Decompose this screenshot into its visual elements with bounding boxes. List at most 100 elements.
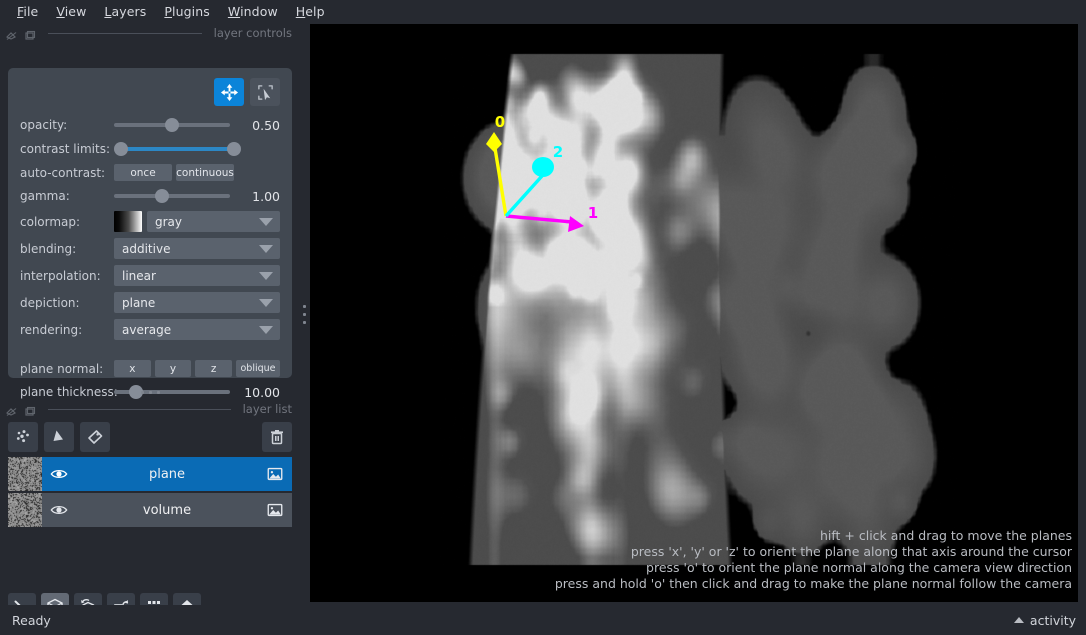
layer-name-label: volume bbox=[142, 502, 192, 518]
depiction-combobox[interactable]: plane bbox=[114, 292, 280, 313]
plane-normal-y-button[interactable]: y bbox=[154, 360, 192, 377]
chevron-down-icon bbox=[259, 325, 273, 334]
plane-normal-x-button[interactable]: x bbox=[114, 360, 151, 377]
viewer-canvas[interactable]: 0 1 2 hift + click and drag to move the … bbox=[310, 24, 1078, 602]
delete-layer-button[interactable] bbox=[262, 422, 292, 452]
close-dock-icon[interactable] bbox=[24, 403, 36, 416]
napari-main-window: File View Layers Plugins Window Help lay… bbox=[0, 0, 1086, 635]
activity-button[interactable]: activity bbox=[1013, 613, 1076, 628]
status-bar: Ready activity bbox=[0, 605, 1086, 635]
status-text: Ready bbox=[12, 612, 51, 628]
plane-normal-z-button[interactable]: z bbox=[195, 360, 233, 377]
axes-overlay: 0 1 2 bbox=[486, 113, 598, 232]
gamma-label: gamma: bbox=[20, 189, 70, 203]
float-dock-icon[interactable] bbox=[5, 403, 18, 416]
help-line-2: press 'x', 'y' or 'z' to orient the plan… bbox=[630, 544, 1072, 559]
auto-contrast-once-button[interactable]: once bbox=[114, 164, 172, 181]
axis-1-arrowhead bbox=[568, 216, 584, 232]
opacity-slider[interactable]: 0.50 bbox=[114, 116, 280, 134]
axis-2-label: 2 bbox=[553, 143, 563, 161]
labels-tag-icon bbox=[88, 430, 103, 444]
auto-contrast-label: auto-contrast: bbox=[20, 165, 106, 180]
layer-thumbnail bbox=[8, 457, 42, 491]
horizontal-splitter-handle[interactable] bbox=[8, 385, 292, 399]
layer-visibility-toggle[interactable] bbox=[42, 501, 76, 519]
layer-thumbnail bbox=[8, 493, 42, 527]
rendering-combobox[interactable]: average bbox=[114, 319, 280, 340]
depiction-value: plane bbox=[122, 295, 156, 310]
chevron-down-icon bbox=[259, 244, 273, 253]
blending-label: blending: bbox=[20, 241, 77, 256]
colormap-value: gray bbox=[155, 214, 183, 229]
axis-1-line bbox=[505, 214, 573, 224]
contrast-limits-label: contrast limits: bbox=[20, 142, 110, 156]
left-dock: layer controls opacity: 0.50 contrast li… bbox=[0, 23, 300, 621]
float-dock-icon[interactable] bbox=[5, 27, 18, 40]
help-line-4: press and hold 'o' then click and drag t… bbox=[554, 576, 1072, 591]
layer-list: plane volume bbox=[8, 457, 292, 529]
move-arrows-icon bbox=[220, 83, 238, 101]
chevron-down-icon bbox=[259, 271, 273, 280]
menu-view[interactable]: View bbox=[47, 2, 95, 21]
colormap-combobox[interactable]: gray bbox=[147, 211, 280, 232]
contrast-limits-slider[interactable] bbox=[114, 140, 280, 158]
points-icon bbox=[16, 430, 29, 443]
interpolation-label: interpolation: bbox=[20, 268, 101, 283]
opacity-value: 0.50 bbox=[252, 117, 280, 133]
eye-icon bbox=[50, 505, 68, 515]
opacity-label: opacity: bbox=[20, 118, 68, 132]
layer-list-dock-header: layer list bbox=[0, 399, 300, 419]
new-points-layer-button[interactable] bbox=[8, 422, 38, 452]
auto-contrast-continuous-button[interactable]: continuous bbox=[176, 164, 234, 181]
help-line-1: hift + click and drag to move the planes bbox=[819, 528, 1072, 543]
axis-0-arrowhead bbox=[486, 132, 502, 152]
layer-controls-title: layer controls bbox=[213, 26, 292, 40]
menu-layers[interactable]: Layers bbox=[95, 2, 155, 21]
blending-combobox[interactable]: additive bbox=[114, 238, 280, 259]
rendering-label: rendering: bbox=[20, 322, 83, 337]
plane-normal-oblique-button[interactable]: oblique bbox=[236, 360, 281, 377]
axis-1-label: 1 bbox=[588, 204, 598, 222]
transform-mode-button[interactable] bbox=[250, 78, 280, 106]
menu-help[interactable]: Help bbox=[287, 2, 334, 21]
close-dock-icon[interactable] bbox=[24, 27, 36, 40]
layer-controls-dock-header: layer controls bbox=[0, 23, 300, 43]
dock-header-rule bbox=[48, 32, 202, 34]
transform-cursor-icon bbox=[257, 84, 273, 100]
interpolation-value: linear bbox=[122, 268, 156, 283]
layer-list-title: layer list bbox=[242, 402, 292, 416]
colormap-label: colormap: bbox=[20, 214, 81, 229]
eye-icon bbox=[50, 469, 68, 479]
gamma-slider[interactable]: 1.00 bbox=[114, 187, 280, 205]
menu-plugins[interactable]: Plugins bbox=[155, 2, 218, 21]
axis-2-arrowhead bbox=[532, 157, 554, 177]
new-labels-layer-button[interactable] bbox=[80, 422, 110, 452]
interpolation-combobox[interactable]: linear bbox=[114, 265, 280, 286]
layer-list-toolbar bbox=[8, 421, 292, 453]
plane-normal-label: plane normal: bbox=[20, 361, 104, 376]
controls-spacer bbox=[20, 346, 280, 354]
depiction-label: depiction: bbox=[20, 295, 80, 310]
layer-row-volume[interactable]: volume bbox=[8, 493, 292, 527]
layer-type-icon bbox=[258, 501, 292, 519]
image-icon bbox=[267, 467, 283, 481]
chevron-down-icon bbox=[259, 298, 273, 307]
vertical-splitter-handle[interactable] bbox=[298, 23, 310, 605]
gamma-value: 1.00 bbox=[252, 188, 280, 204]
mode-button-row bbox=[20, 78, 280, 106]
chevron-up-icon bbox=[1013, 617, 1024, 623]
axis-2-line bbox=[504, 174, 544, 218]
colormap-swatch bbox=[114, 211, 142, 232]
new-shapes-layer-button[interactable] bbox=[44, 422, 74, 452]
pan-zoom-mode-button[interactable] bbox=[214, 78, 244, 106]
menu-window[interactable]: Window bbox=[219, 2, 287, 21]
layer-name-label: plane bbox=[148, 466, 186, 482]
axis-0-line bbox=[492, 141, 508, 217]
axis-0-label: 0 bbox=[495, 113, 505, 131]
menu-bar: File View Layers Plugins Window Help bbox=[0, 0, 1086, 23]
menu-file[interactable]: File bbox=[8, 2, 47, 21]
image-icon bbox=[267, 503, 283, 517]
layer-visibility-toggle[interactable] bbox=[42, 465, 76, 483]
shapes-polygon-icon bbox=[53, 430, 63, 441]
layer-row-plane[interactable]: plane bbox=[8, 457, 292, 491]
